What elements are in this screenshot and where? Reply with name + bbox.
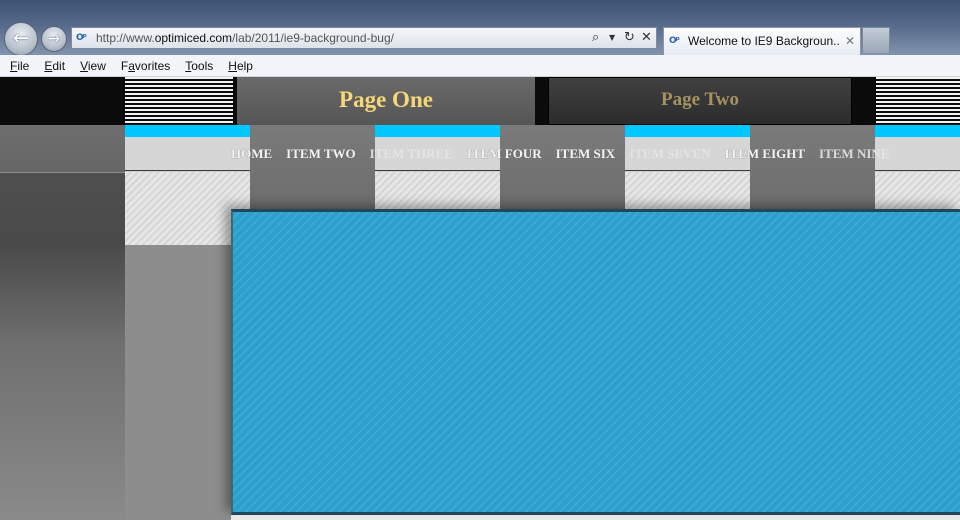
menu-bar: File Edit View Favorites Tools Help [0,55,960,77]
forward-arrow-icon[interactable]: → [41,26,67,52]
menu-tools[interactable]: Tools [185,56,213,76]
page-tab-two[interactable]: Page Two [548,77,852,125]
main-nav: HOME ITEM TWO ITEM THREE ITEM FOUR ITEM … [231,137,903,171]
search-icon[interactable]: ⌕ [592,28,599,48]
nav-item-four[interactable]: ITEM FOUR [467,146,542,162]
ie-page-icon: Oᵖ [669,36,680,46]
header-stripes-right [876,77,960,125]
accent-bar [625,125,750,137]
new-tab-button[interactable] [862,27,890,53]
menu-help[interactable]: Help [228,56,253,76]
browser-tab-active[interactable]: Oᵖ Welcome to IE9 Backgroun... ✕ [663,27,861,55]
dropdown-arrow-icon[interactable]: ▼ [609,28,615,48]
refresh-icon[interactable]: ↻ [624,28,635,48]
back-arrow-icon[interactable]: ← [4,22,38,56]
address-url[interactable]: http://www.optimiced.com/lab/2011/ie9-ba… [96,28,394,48]
nav-item-three[interactable]: ITEM THREE [370,146,453,162]
menu-file[interactable]: File [10,56,29,76]
nav-item-seven[interactable]: ITEM SEVEN [629,146,710,162]
menu-edit[interactable]: Edit [44,56,65,76]
menu-view[interactable]: View [80,56,106,76]
header-stripes-left [125,77,233,125]
tab-title: Welcome to IE9 Backgroun... [688,34,840,48]
ie-page-icon: Oᵖ [76,33,87,43]
nav-item-nine[interactable]: ITEM NINE [819,146,889,162]
nav-item-two[interactable]: ITEM TWO [286,146,355,162]
page-tab-one[interactable]: Page One [237,77,535,125]
tab-close-icon[interactable]: ✕ [845,28,855,54]
nav-column-gray [0,125,125,173]
accent-bar [125,125,250,137]
nav-item-home[interactable]: HOME [231,146,272,162]
accent-bar [875,125,960,137]
web-page: Page One Page Two HOME ITEM TWO ITEM THR… [0,77,960,520]
nav-item-six[interactable]: ITEM SIX [556,146,616,162]
stop-icon[interactable]: ✕ [641,28,652,48]
accent-bar [375,125,500,137]
address-bar[interactable]: Oᵖ http://www.optimiced.com/lab/2011/ie9… [71,27,657,49]
content-panel [231,209,960,515]
content-panel-footer [231,515,960,520]
menu-favorites[interactable]: Favorites [121,56,170,76]
browser-chrome: ← → Oᵖ http://www.optimiced.com/lab/2011… [0,0,960,56]
nav-item-eight[interactable]: ITEM EIGHT [724,146,805,162]
